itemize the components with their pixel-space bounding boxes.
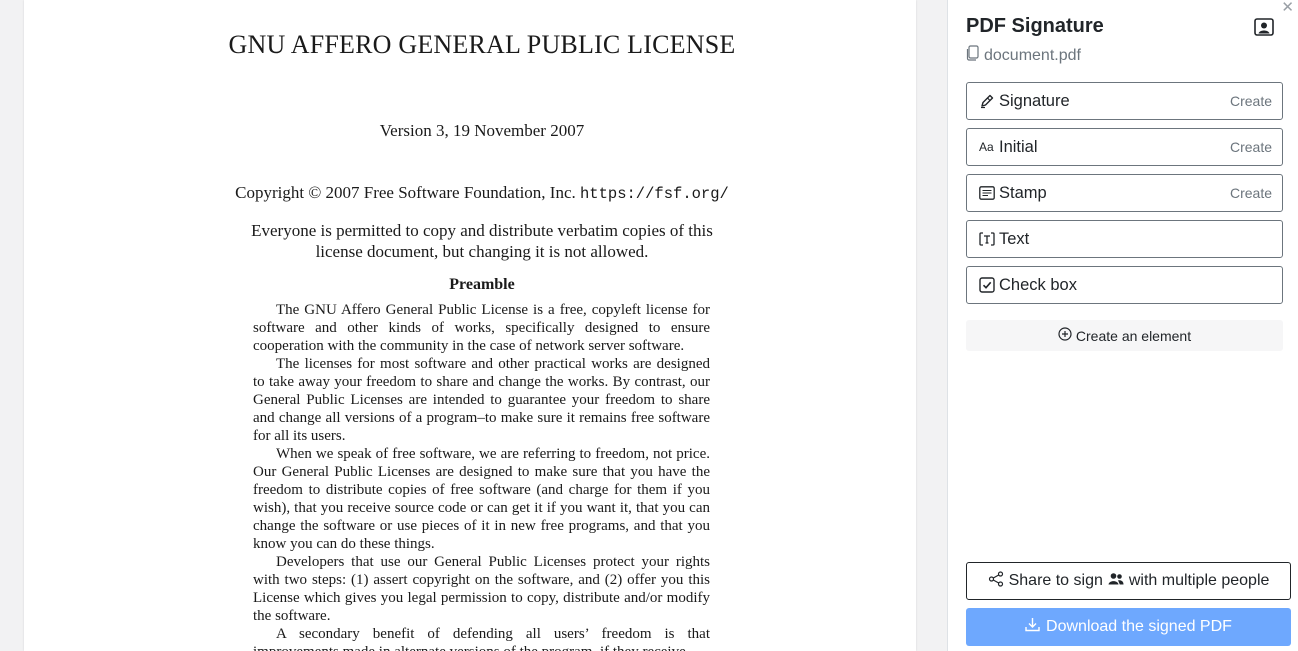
signature-sidebar: ✕ PDF Signature document.pdf Signature C…	[947, 0, 1298, 651]
share-label: Share to sign	[1008, 572, 1103, 589]
text-tool-button[interactable]: Text	[966, 220, 1283, 258]
filename-text: document.pdf	[984, 46, 1081, 64]
create-element-button[interactable]: Create an element	[966, 320, 1283, 351]
tool-label: Text	[999, 229, 1030, 248]
paragraph: When we speak of free software, we are r…	[253, 446, 710, 552]
initials-icon: Aa	[979, 140, 994, 154]
create-element-label: Create an element	[1075, 327, 1192, 344]
paragraph: A secondary benefit of defending all use…	[253, 626, 710, 651]
copyright-url: https://fsf.org/	[580, 185, 729, 203]
paragraph: Developers that use our General Public L…	[253, 554, 710, 624]
document-filename: document.pdf	[966, 45, 1081, 66]
stamp-icon	[979, 185, 997, 201]
close-icon[interactable]: ✕	[1281, 0, 1294, 16]
preamble-body: The GNU Affero General Public License is…	[253, 301, 710, 651]
tool-label: Check box	[999, 275, 1077, 294]
document-title: GNU AFFERO GENERAL PUBLIC LICENSE	[228, 30, 736, 59]
stamp-tool-button[interactable]: Stamp Create	[966, 174, 1283, 212]
checkbox-icon	[979, 277, 997, 293]
create-stamp-link[interactable]: Create	[1230, 185, 1272, 201]
copyright-text: Copyright © 2007 Free Software Foundatio…	[235, 183, 576, 202]
document-permission: Everyone is permitted to copy and distri…	[251, 221, 713, 261]
paragraph: The licenses for most software and other…	[253, 356, 710, 444]
document-copyright: Copyright © 2007 Free Software Foundatio…	[24, 183, 940, 203]
initial-tool-button[interactable]: Aa Initial Create	[966, 128, 1283, 166]
people-icon	[1108, 572, 1124, 591]
tool-label: Initial	[999, 137, 1038, 156]
document-version: Version 3, 19 November 2007	[379, 121, 585, 140]
download-label: Download the signed PDF	[1046, 618, 1232, 635]
tool-label: Signature	[999, 91, 1070, 110]
text-field-icon	[979, 231, 997, 247]
signature-tool-button[interactable]: Signature Create	[966, 82, 1283, 120]
paragraph: The GNU Affero General Public License is…	[253, 302, 710, 354]
plus-circle-icon	[1058, 327, 1072, 344]
pen-icon	[979, 93, 997, 109]
create-initial-link[interactable]: Create	[1230, 139, 1272, 155]
sidebar-title: PDF Signature	[966, 15, 1104, 37]
download-signed-pdf-button[interactable]: Download the signed PDF	[966, 608, 1291, 646]
pdf-page[interactable]: GNU AFFERO GENERAL PUBLIC LICENSE Versio…	[24, 0, 916, 651]
files-icon	[966, 45, 980, 66]
share-to-sign-button[interactable]: Share to sign with multiple people	[966, 562, 1291, 600]
preamble-heading: Preamble	[449, 276, 515, 293]
share-icon	[988, 570, 1004, 592]
share-label-suffix: with multiple people	[1128, 572, 1270, 589]
pdf-viewer[interactable]: GNU AFFERO GENERAL PUBLIC LICENSE Versio…	[0, 0, 947, 651]
checkbox-tool-button[interactable]: Check box	[966, 266, 1283, 304]
download-icon	[1025, 617, 1040, 637]
person-badge-icon[interactable]	[1254, 17, 1274, 37]
tool-label: Stamp	[999, 183, 1047, 202]
create-signature-link[interactable]: Create	[1230, 93, 1272, 109]
